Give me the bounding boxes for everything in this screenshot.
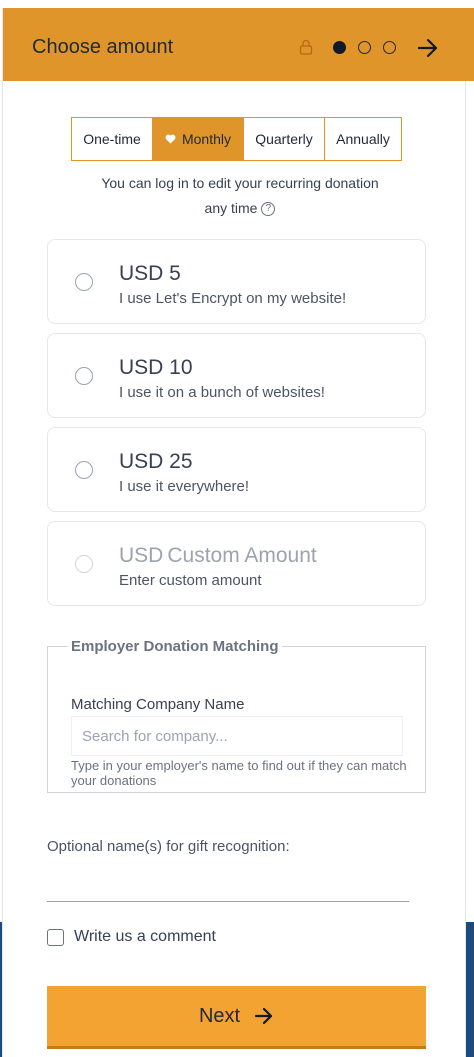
amount-option-5[interactable]: USD 5 I use Let's Encrypt on my website! — [47, 239, 426, 324]
next-button-label: Next — [198, 1004, 241, 1027]
gift-recognition-input[interactable] — [47, 901, 409, 902]
next-button[interactable]: Next — [47, 986, 426, 1049]
amount-radio[interactable] — [75, 367, 93, 385]
amount-description: I use it on a bunch of websites! — [119, 384, 325, 401]
frequency-label: Quarterly — [255, 131, 313, 147]
help-icon[interactable]: ? — [261, 202, 276, 217]
lock-icon — [299, 39, 313, 55]
recurring-login-note: You can log in to edit your recurring do… — [43, 171, 437, 221]
amount-radio[interactable] — [75, 461, 93, 479]
frequency-one-time-button[interactable]: One-time — [72, 118, 153, 160]
heart-icon — [165, 134, 176, 144]
frequency-label: One-time — [83, 131, 141, 147]
card-header: Choose amount — [3, 8, 474, 81]
frequency-label: Annually — [336, 131, 390, 147]
step-3-indicator — [383, 41, 396, 54]
amount-value: USD 25 — [119, 450, 193, 473]
frequency-quarterly-button[interactable]: Quarterly — [244, 118, 325, 160]
login-note-line-1: You can log in to edit your recurring do… — [101, 175, 379, 191]
frequency-label: Monthly — [181, 131, 232, 147]
step-1-indicator — [333, 41, 346, 54]
employer-matching-legend: Employer Donation Matching — [71, 638, 279, 655]
page-title: Choose amount — [32, 36, 174, 58]
comment-checkbox[interactable] — [47, 928, 64, 946]
amount-option-10[interactable]: USD 10 I use it on a bunch of websites! — [47, 333, 426, 418]
donation-card: Choose amount One-time Monthly Quarterly… — [2, 8, 474, 1057]
amount-description: I use Let's Encrypt on my website! — [119, 290, 347, 307]
amount-description: Enter custom amount — [119, 572, 262, 589]
frequency-selector: One-time Monthly Quarterly Annually — [71, 117, 402, 161]
custom-amount-placeholder: Custom Amount — [167, 544, 317, 567]
comment-toggle[interactable]: Write us a comment — [47, 928, 216, 946]
amount-radio[interactable] — [75, 273, 93, 291]
amount-value: USD 10 — [119, 356, 193, 379]
arrow-right-icon — [254, 1007, 273, 1025]
login-note-line-2: any time — [204, 200, 258, 216]
gift-recognition-label: Optional name(s) for gift recognition: — [47, 838, 290, 855]
company-search-input[interactable] — [71, 716, 403, 756]
frequency-monthly-button[interactable]: Monthly — [153, 118, 244, 160]
comment-label: Write us a comment — [74, 928, 216, 945]
frequency-annually-button[interactable]: Annually — [325, 118, 401, 160]
amount-option-25[interactable]: USD 25 I use it everywhere! — [47, 427, 426, 512]
employer-matching-section: Employer Donation Matching Matching Comp… — [47, 638, 426, 793]
amount-description: I use it everywhere! — [119, 478, 250, 495]
amount-radio[interactable] — [75, 555, 93, 573]
arrow-right-icon[interactable] — [416, 38, 440, 58]
amount-value: USD 5 — [119, 262, 181, 285]
step-2-indicator — [358, 41, 371, 54]
custom-amount-input[interactable]: USD Custom Amount — [119, 544, 317, 568]
amount-option-custom[interactable]: USD Custom Amount Enter custom amount — [47, 521, 426, 606]
company-search-help: Type in your employer's name to find out… — [71, 758, 407, 788]
custom-amount-currency: USD — [119, 544, 164, 567]
company-name-label: Matching Company Name — [71, 696, 245, 713]
